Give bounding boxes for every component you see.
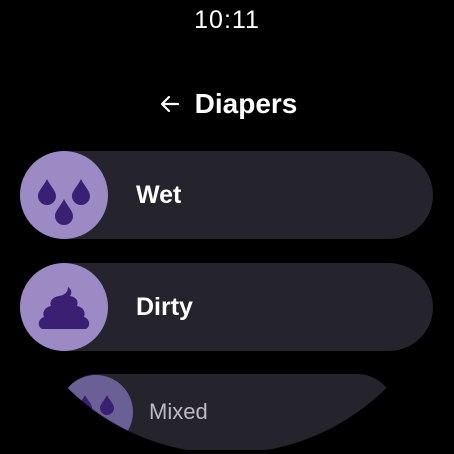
option-wet-label: Wet <box>136 180 182 209</box>
page-title: Diapers <box>194 88 298 119</box>
watch-screen: 10:11 Diapers Wet Dirty Mixed <box>0 0 454 454</box>
option-dirty-button[interactable]: Dirty <box>20 263 433 351</box>
option-mixed-label: Mixed <box>149 399 208 424</box>
option-wet-button[interactable]: Wet <box>20 151 433 239</box>
option-mixed-button[interactable]: Mixed <box>59 374 395 450</box>
mixed-icon <box>59 375 133 449</box>
status-time: 10:11 <box>194 6 260 34</box>
option-dirty-label: Dirty <box>136 292 193 321</box>
poop-icon <box>20 263 108 351</box>
screen-header: Diapers <box>0 88 454 120</box>
droplets-icon <box>20 151 108 239</box>
arrow-left-icon[interactable] <box>157 91 183 117</box>
